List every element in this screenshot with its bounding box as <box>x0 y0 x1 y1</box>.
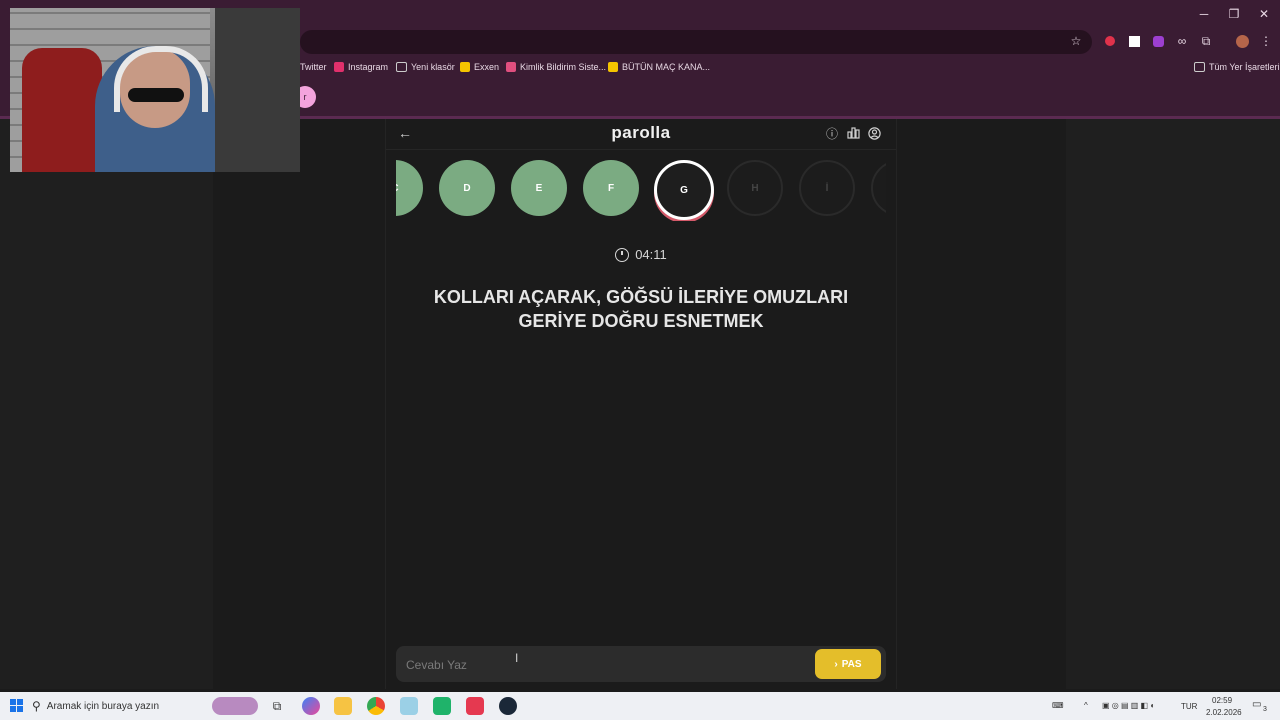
chevron-right-icon: › <box>834 658 838 670</box>
bookmark-label: Exxen <box>474 62 500 72</box>
keyboard-icon[interactable]: ⌨ <box>1052 701 1064 710</box>
bookmark-label: BÜTÜN MAÇ KANA... <box>622 62 711 72</box>
browser-menu-icon[interactable]: ⋮ <box>1258 33 1274 49</box>
app-title: parolla <box>611 123 671 142</box>
letter-circle-active: G <box>654 160 714 220</box>
address-bar[interactable] <box>300 30 1092 54</box>
letter-circle-pending: İ <box>799 160 855 216</box>
pass-label: PAS <box>841 658 862 670</box>
bookmark-label: Twitter <box>300 62 327 72</box>
question-text: KOLLARI AÇARAK, GÖĞSÜ İLERİYE OMUZLARI G… <box>433 287 849 331</box>
notification-count: 3 <box>1263 706 1267 713</box>
kimlik-icon <box>506 62 516 72</box>
paint-icon[interactable] <box>400 697 418 715</box>
notification-icon[interactable]: ▭ <box>1252 699 1261 710</box>
folder-icon <box>1194 62 1205 72</box>
sunglasses <box>128 88 184 102</box>
shelf <box>215 8 300 172</box>
bookmark-star-icon[interactable]: ☆ <box>1068 33 1084 49</box>
clock-icon <box>615 247 630 262</box>
bookmark-kimlik[interactable]: Kimlik Bildirim Siste... <box>506 60 606 74</box>
taskbar-search-placeholder: Aramak için buraya yazın <box>46 700 160 712</box>
extension-purple-icon[interactable] <box>1150 33 1166 49</box>
letter-circle-pending: J <box>871 160 886 216</box>
extension-infinity-icon[interactable]: ∞ <box>1174 33 1190 49</box>
clock-time[interactable]: 02:59 <box>1212 696 1232 705</box>
file-explorer-icon[interactable] <box>334 697 352 715</box>
exxen-icon <box>460 62 470 72</box>
info-icon[interactable]: ⓘ <box>824 125 840 141</box>
bookmark-label: Instagram <box>348 62 389 72</box>
headset <box>114 46 208 112</box>
pass-button[interactable]: › PAS <box>815 649 881 679</box>
clock-date[interactable]: 2.02.2026 <box>1206 708 1242 717</box>
gaming-chair <box>22 48 102 172</box>
answer-bar: › PAS <box>396 646 886 682</box>
restore-button[interactable]: ❐ <box>1218 0 1250 28</box>
timer-value: 04:11 <box>635 247 667 262</box>
answer-input[interactable] <box>404 654 808 676</box>
red-app-icon[interactable] <box>466 697 484 715</box>
bookmark-butun-mac[interactable]: BÜTÜN MAÇ KANA... <box>608 60 710 74</box>
close-button[interactable]: ✕ <box>1248 0 1280 28</box>
bookmark-twitter[interactable]: Twitter <box>300 60 327 74</box>
account-icon[interactable] <box>866 125 882 141</box>
webcam-overlay <box>10 8 300 172</box>
extension-red-icon[interactable] <box>1102 33 1118 49</box>
windows-start-icon[interactable] <box>10 699 23 712</box>
chrome-icon[interactable] <box>367 697 385 715</box>
all-bookmarks[interactable]: Tüm Yer İşaretleri <box>1194 60 1280 74</box>
bookmark-yeni-klasor[interactable]: Yeni klasör <box>396 60 455 74</box>
steam-icon[interactable] <box>499 697 517 715</box>
stats-icon[interactable] <box>845 125 861 141</box>
folder-icon <box>396 62 407 72</box>
left-margin <box>0 119 213 689</box>
jp-icon <box>608 62 618 72</box>
extensions-puzzle-icon[interactable]: ⧉ <box>1198 33 1214 49</box>
parolla-app: ← parolla ⓘ C D E F G H İ J 04:11 KOLLAR… <box>385 119 897 689</box>
bookmark-exxen[interactable]: Exxen <box>460 60 499 74</box>
tray-icons[interactable]: ▣ ◎ ▤ ▥ ◧ ◐ <box>1102 701 1155 710</box>
all-bookmarks-label: Tüm Yer İşaretleri <box>1209 62 1280 72</box>
bookmark-label: Kimlik Bildirim Siste... <box>520 62 607 72</box>
profile-avatar[interactable] <box>1234 33 1250 49</box>
app-header: ← parolla ⓘ <box>386 119 896 150</box>
minimize-button[interactable]: ─ <box>1188 0 1220 28</box>
search-highlight-image[interactable] <box>212 697 258 715</box>
letter-circle-done: C <box>396 160 423 216</box>
extension-white-icon[interactable] <box>1126 33 1142 49</box>
timer: 04:11 <box>386 247 896 262</box>
task-view-icon[interactable]: ⧉ <box>268 697 286 715</box>
text-cursor-icon: I <box>515 651 519 665</box>
bookmark-label: Yeni klasör <box>411 62 455 72</box>
language-indicator[interactable]: TUR <box>1181 702 1197 711</box>
letter-circle-done: F <box>583 160 639 216</box>
instagram-icon <box>334 62 344 72</box>
letter-circle-done: D <box>439 160 495 216</box>
bookmark-instagram[interactable]: Instagram <box>334 60 388 74</box>
green-app-icon[interactable] <box>433 697 451 715</box>
tray-chevron-icon[interactable]: ^ <box>1084 701 1088 710</box>
letter-carousel: C D E F G H İ J <box>396 157 886 221</box>
search-icon: ⚲ <box>32 699 41 713</box>
right-margin <box>1066 119 1280 689</box>
letter-circle-pending: H <box>727 160 783 216</box>
letter-circle-done: E <box>511 160 567 216</box>
copilot-icon[interactable] <box>302 697 320 715</box>
